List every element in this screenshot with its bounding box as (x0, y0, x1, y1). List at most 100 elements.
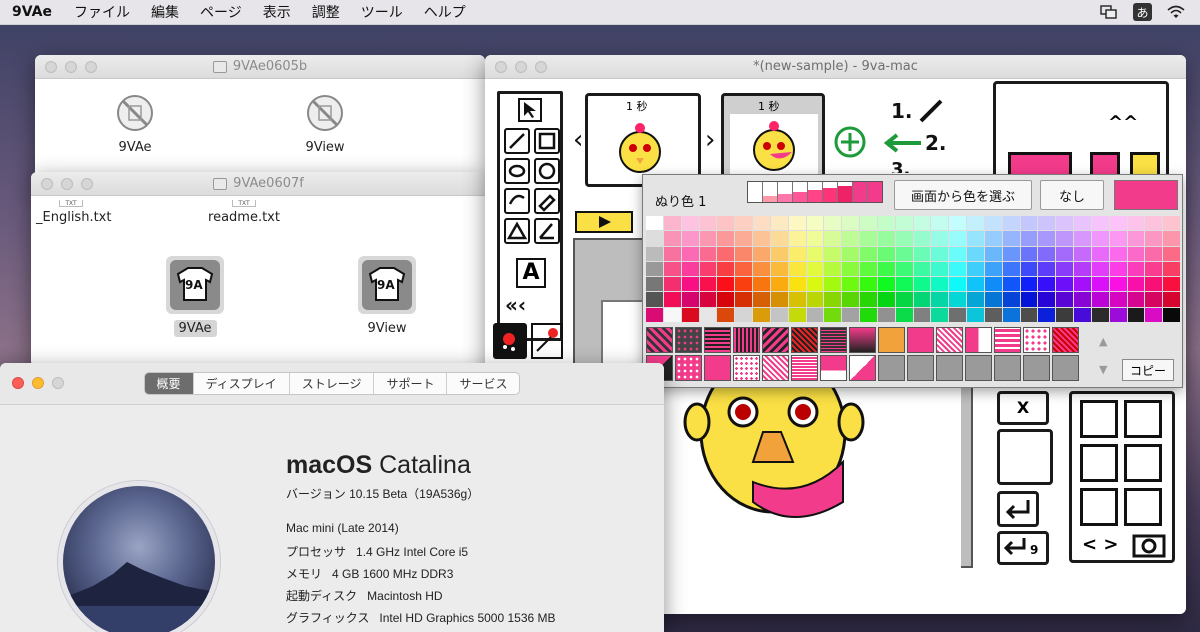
color-swatch[interactable] (824, 292, 842, 307)
color-swatch[interactable] (717, 261, 735, 277)
pattern-swatch[interactable] (936, 327, 963, 353)
color-swatch[interactable] (699, 261, 717, 277)
expand-icon[interactable]: ^^ (1108, 112, 1138, 133)
color-swatch[interactable] (663, 246, 681, 261)
pattern-swatch[interactable] (1023, 327, 1050, 353)
pattern-swatch[interactable] (878, 355, 905, 381)
magic-tool[interactable] (531, 323, 563, 359)
color-swatch[interactable] (860, 307, 877, 322)
color-swatch[interactable] (1074, 246, 1091, 261)
color-swatch[interactable] (1145, 277, 1163, 292)
color-swatch[interactable] (949, 277, 966, 292)
color-swatch[interactable] (984, 246, 1002, 261)
pattern-grid[interactable] (646, 327, 1079, 381)
color-swatch[interactable] (646, 292, 663, 307)
color-swatch[interactable] (1163, 307, 1180, 322)
color-swatch[interactable] (895, 307, 913, 322)
color-swatch[interactable] (646, 231, 663, 246)
color-swatch[interactable] (949, 307, 966, 322)
ellipse-tool[interactable] (534, 158, 560, 184)
zoom-button[interactable] (52, 377, 64, 389)
color-swatch[interactable] (1091, 292, 1109, 307)
close-button[interactable] (495, 61, 507, 73)
angle-tool[interactable] (534, 218, 560, 244)
pattern-swatch[interactable] (994, 355, 1021, 381)
color-swatch[interactable] (842, 216, 859, 231)
color-swatch[interactable] (931, 246, 949, 261)
color-swatch[interactable] (984, 261, 1002, 277)
color-grid[interactable] (646, 216, 1180, 322)
grid-cell[interactable] (1080, 400, 1118, 438)
color-swatch[interactable] (1038, 292, 1056, 307)
color-swatch[interactable] (717, 292, 735, 307)
rect-tool[interactable] (534, 128, 560, 154)
color-swatch[interactable] (699, 277, 717, 292)
color-swatch[interactable] (788, 277, 806, 292)
pattern-swatch[interactable] (1023, 355, 1050, 381)
color-swatch[interactable] (877, 261, 895, 277)
color-swatch[interactable] (913, 216, 931, 231)
color-swatch[interactable] (824, 261, 842, 277)
color-swatch[interactable] (717, 216, 735, 231)
color-swatch[interactable] (1127, 277, 1145, 292)
color-swatch[interactable] (949, 292, 966, 307)
color-swatch[interactable] (788, 307, 806, 322)
color-swatch[interactable] (1038, 261, 1056, 277)
color-swatch[interactable] (1056, 246, 1073, 261)
color-swatch[interactable] (895, 246, 913, 261)
prev-frame-arrow[interactable]: ‹ (573, 125, 583, 155)
pattern-swatch[interactable] (704, 327, 731, 353)
pattern-swatch[interactable] (1052, 327, 1079, 353)
color-swatch[interactable] (1145, 231, 1163, 246)
color-swatch[interactable] (735, 292, 752, 307)
color-swatch[interactable] (681, 231, 699, 246)
color-swatch[interactable] (681, 261, 699, 277)
frame-thumb-2[interactable]: 1 秒 (721, 93, 825, 187)
pattern-swatch[interactable] (762, 327, 789, 353)
color-swatch[interactable] (770, 307, 788, 322)
color-swatch[interactable] (949, 246, 966, 261)
display-mirror-icon[interactable] (1099, 3, 1119, 21)
pattern-swatch[interactable] (675, 327, 702, 353)
color-swatch[interactable] (717, 307, 735, 322)
scroll-up-icon[interactable]: ▲ (1099, 335, 1107, 348)
color-swatch[interactable] (931, 231, 949, 246)
color-swatch[interactable] (699, 307, 717, 322)
color-swatch[interactable] (788, 216, 806, 231)
tab-storage[interactable]: ストレージ (290, 373, 375, 394)
pattern-swatch[interactable] (820, 355, 847, 381)
color-swatch[interactable] (646, 216, 663, 231)
color-swatch[interactable] (1020, 246, 1038, 261)
color-swatch[interactable] (735, 231, 752, 246)
close-button[interactable] (41, 178, 53, 190)
color-swatch[interactable] (663, 216, 681, 231)
wifi-icon[interactable] (1166, 3, 1186, 21)
color-swatch[interactable] (860, 277, 877, 292)
color-swatch[interactable] (1091, 246, 1109, 261)
color-swatch[interactable] (770, 246, 788, 261)
color-swatch[interactable] (1163, 277, 1180, 292)
app-9view[interactable]: 9A 9View (351, 256, 423, 337)
color-swatch[interactable] (1163, 231, 1180, 246)
color-swatch[interactable] (1056, 261, 1073, 277)
color-swatch[interactable] (753, 231, 770, 246)
no-color-button[interactable]: なし (1040, 180, 1104, 210)
color-box-button[interactable] (997, 429, 1053, 485)
color-swatch[interactable] (877, 246, 895, 261)
pattern-swatch[interactable] (907, 355, 934, 381)
pattern-swatch[interactable] (762, 355, 789, 381)
color-swatch[interactable] (735, 307, 752, 322)
color-swatch[interactable] (967, 216, 984, 231)
color-swatch[interactable] (1056, 292, 1073, 307)
color-swatch[interactable] (1109, 307, 1127, 322)
color-swatch[interactable] (824, 307, 842, 322)
color-swatch[interactable] (913, 231, 931, 246)
color-swatch[interactable] (753, 246, 770, 261)
color-swatch[interactable] (1038, 307, 1056, 322)
pattern-swatch[interactable] (733, 327, 760, 353)
color-swatch[interactable] (984, 277, 1002, 292)
color-swatch[interactable] (1020, 216, 1038, 231)
color-swatch[interactable] (1038, 246, 1056, 261)
color-swatch[interactable] (913, 261, 931, 277)
color-swatch[interactable] (788, 292, 806, 307)
